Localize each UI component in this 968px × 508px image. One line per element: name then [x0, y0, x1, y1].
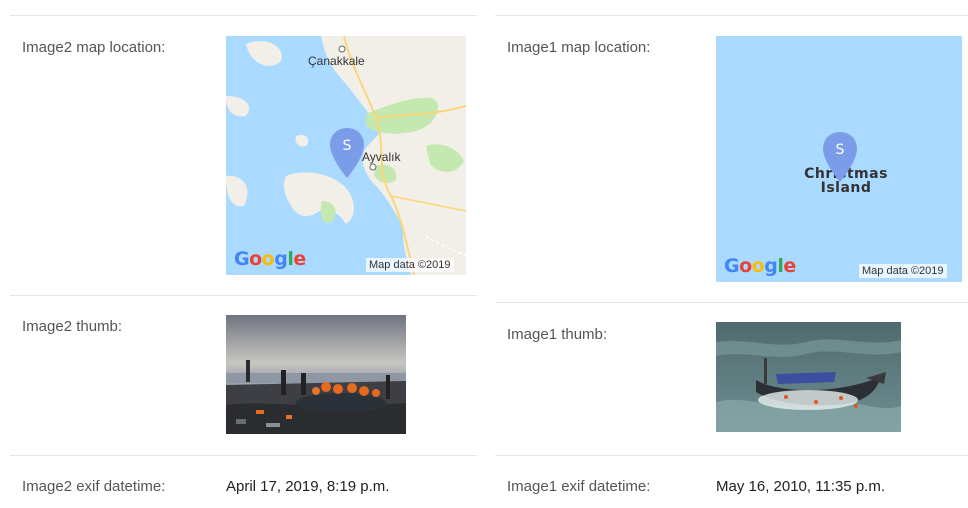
- divider: [10, 455, 477, 456]
- image1-exif-datetime-label: Image1 exif datetime:: [507, 478, 651, 495]
- image1-map[interactable]: Christmas Island S Google Map data ©2019: [716, 36, 962, 282]
- google-logo[interactable]: Google: [234, 248, 306, 270]
- divider: [495, 455, 968, 456]
- image2-exif-datetime-label: Image2 exif datetime:: [22, 478, 166, 495]
- city-label-canakkale: Çanakkale: [308, 54, 365, 68]
- image1-details-panel: Image1 map location: Christmas Island S …: [495, 0, 968, 508]
- map-attribution[interactable]: Map data ©2019: [859, 264, 947, 278]
- map-pin-icon[interactable]: S: [823, 132, 857, 182]
- image1-map-location-label: Image1 map location:: [507, 39, 651, 56]
- map-pin-icon[interactable]: S: [330, 128, 364, 178]
- city-label-ayvalik: Ayvalık: [362, 150, 401, 164]
- divider: [10, 295, 477, 296]
- divider: [495, 302, 968, 303]
- image2-exif-datetime-value: April 17, 2019, 8:19 p.m.: [226, 478, 390, 495]
- svg-text:S: S: [343, 138, 352, 154]
- image1-exif-datetime-value: May 16, 2010, 11:35 p.m.: [716, 478, 885, 495]
- divider: [10, 15, 477, 16]
- image1-thumbnail[interactable]: [716, 322, 901, 432]
- google-logo[interactable]: Google: [724, 255, 796, 277]
- image2-thumbnail[interactable]: [226, 315, 406, 434]
- map-attribution[interactable]: Map data ©2019: [366, 258, 454, 272]
- image2-thumb-label: Image2 thumb:: [22, 318, 123, 335]
- image2-map[interactable]: Çanakkale Ayvalık S Google Map data ©201…: [226, 36, 466, 275]
- image2-details-panel: Image2 map location: Çanakkale Ayvalık S…: [10, 0, 477, 508]
- divider: [495, 15, 968, 16]
- image1-thumb-label: Image1 thumb:: [507, 326, 608, 343]
- image2-map-location-label: Image2 map location:: [22, 39, 166, 56]
- svg-text:S: S: [836, 142, 845, 158]
